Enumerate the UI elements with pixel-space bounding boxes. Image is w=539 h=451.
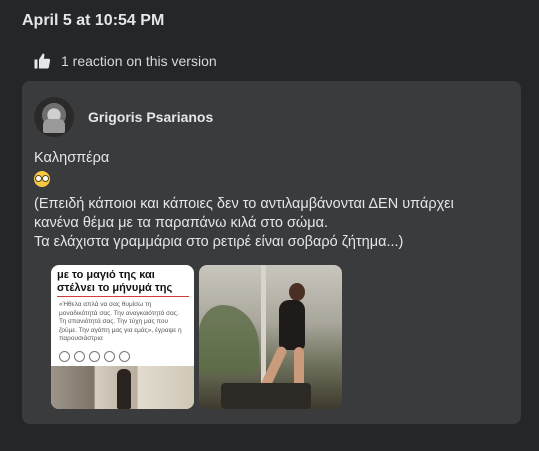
divider	[57, 296, 189, 297]
version-timestamp: April 5 at 10:54 PM	[22, 12, 165, 29]
post-line-1: (Επειδή κάποιοι και κάποιες δεν το αντιλ…	[34, 196, 454, 212]
messenger-icon	[74, 351, 85, 362]
article-headline: με το μαγιό της και στέλνει το μήνυμά τη…	[57, 269, 173, 294]
email-icon	[104, 351, 115, 362]
grinning-face-with-glasses-icon	[34, 171, 50, 187]
post-card: Grigoris Psarianos Καλησπέρα (Επειδή κάπ…	[22, 81, 521, 424]
share-icons	[59, 351, 130, 362]
reaction-count-text: 1 reaction on this version	[61, 53, 217, 69]
post-image-1[interactable]: με το μαγιό της και στέλνει το μήνυμά τη…	[51, 265, 194, 409]
article-photo-figure	[117, 369, 131, 409]
greenery	[199, 305, 259, 375]
plus-icon	[119, 351, 130, 362]
figure-head	[289, 283, 305, 301]
post-line-2: κανένα θέμα με τα παραπάνω κιλά στο σώμα…	[34, 215, 329, 231]
author-name[interactable]: Grigoris Psarianos	[88, 109, 213, 125]
patio-chair	[221, 383, 311, 409]
post-greeting: Καλησπέρα	[34, 150, 110, 166]
post-author-row: Grigoris Psarianos	[34, 97, 213, 137]
post-body: Καλησπέρα (Επειδή κάποιοι και κάποιες δε…	[34, 149, 512, 252]
twitter-icon	[89, 351, 100, 362]
article-text: «Ήθελα απλά να σας θυμίσω τη μοναδικότητ…	[59, 301, 182, 342]
avatar[interactable]	[34, 97, 74, 137]
facebook-icon	[59, 351, 70, 362]
thumbs-up-icon	[34, 53, 51, 69]
post-line-3: Τα ελάχιστα γραμμάρια στο ρετιρέ είναι σ…	[34, 234, 404, 250]
reaction-summary[interactable]: 1 reaction on this version	[33, 52, 217, 70]
figure-body	[279, 300, 305, 350]
post-image-2[interactable]	[199, 265, 342, 409]
